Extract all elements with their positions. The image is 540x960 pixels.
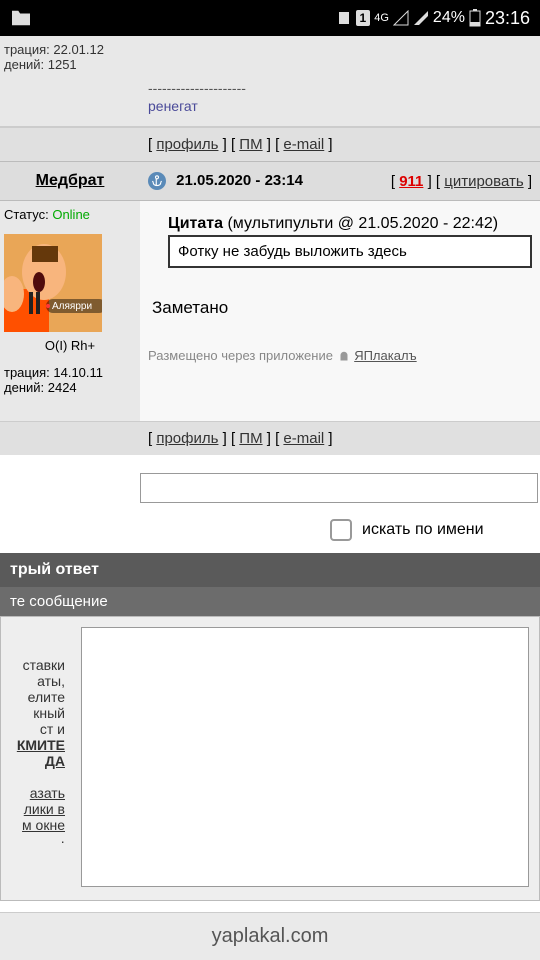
reply-area: ставки аты, елите кный ст и КМИТЕ ДА аза… bbox=[0, 616, 540, 901]
show-smilies-link-2[interactable]: лики в bbox=[7, 801, 65, 817]
post2-body: Статус: Online Аляярри O(I) Rh+ трация: … bbox=[0, 201, 540, 421]
android-statusbar: 1 4G 24% 23:16 bbox=[0, 0, 540, 36]
post1-body: --------------------- ренегат bbox=[140, 36, 540, 126]
anchor-icon[interactable] bbox=[148, 172, 166, 190]
pm-link[interactable]: ПМ bbox=[239, 136, 262, 153]
search-row bbox=[0, 455, 540, 513]
blood-type: O(I) Rh+ bbox=[4, 338, 136, 353]
profile-link-2[interactable]: профиль bbox=[156, 430, 218, 447]
search-check-label: искать по имени bbox=[362, 521, 484, 539]
avatar[interactable]: Аляярри bbox=[4, 234, 102, 332]
post1-reg-date: трация: 22.01.12 bbox=[4, 42, 136, 57]
quote-title-meta: (мультипульти @ 21.05.2020 - 22:42) bbox=[223, 215, 498, 232]
folder-icon bbox=[10, 9, 32, 27]
reply-text: Заметано bbox=[152, 298, 532, 318]
username-link[interactable]: Медбрат bbox=[36, 172, 105, 189]
signature-text: ренегат bbox=[148, 98, 532, 114]
quote-content: Фотку не забудь выложить здесь bbox=[168, 235, 532, 268]
svg-text:Аляярри: Аляярри bbox=[52, 301, 92, 312]
network-type: 4G bbox=[374, 12, 389, 24]
click-here-link[interactable]: КМИТЕ bbox=[7, 737, 65, 753]
reply-textarea[interactable] bbox=[81, 627, 529, 887]
show-smilies-link[interactable]: азать bbox=[7, 785, 65, 801]
post2-reg-date: трация: 14.10.11 bbox=[4, 365, 136, 380]
post2-actions: [ профиль ] [ ПМ ] [ e-mail ] bbox=[0, 421, 540, 455]
download-icon bbox=[336, 10, 352, 26]
email-link-2[interactable]: e-mail bbox=[283, 430, 324, 447]
pm-link-2[interactable]: ПМ bbox=[239, 430, 262, 447]
quote-button[interactable]: цитировать bbox=[444, 173, 523, 190]
post1-actions: [ профиль ] [ ПМ ] [ e-mail ] bbox=[0, 127, 540, 161]
android-icon bbox=[337, 350, 351, 364]
post1-row: трация: 22.01.12 дений: 1251 -----------… bbox=[0, 36, 540, 127]
clock: 23:16 bbox=[485, 8, 530, 29]
post2-msg-count: дений: 2424 bbox=[4, 380, 136, 395]
footer-bar: yaplakal.com bbox=[0, 912, 540, 960]
signature-divider: --------------------- bbox=[148, 80, 532, 96]
search-input[interactable] bbox=[140, 473, 538, 503]
quote-title-prefix: Цитата bbox=[168, 215, 223, 232]
email-link[interactable]: e-mail bbox=[283, 136, 324, 153]
search-by-name-checkbox[interactable] bbox=[330, 519, 352, 541]
post1-msg-count: дений: 1251 bbox=[4, 57, 136, 72]
signal-icon-1 bbox=[393, 10, 409, 26]
post-number[interactable]: 911 bbox=[399, 173, 423, 190]
app-note: Размещено через приложение ЯПлакалъ bbox=[148, 348, 532, 364]
sim-icon: 1 bbox=[356, 10, 371, 26]
search-check-row: искать по имени bbox=[0, 513, 540, 553]
reply-hints: ставки аты, елите кный ст и КМИТЕ ДА аза… bbox=[1, 617, 71, 900]
click-here-link-2[interactable]: ДА bbox=[7, 753, 65, 769]
status-value: Online bbox=[52, 207, 90, 222]
footer-domain: yaplakal.com bbox=[212, 925, 329, 948]
quick-reply-header: трый ответ bbox=[0, 553, 540, 587]
post-datetime: 21.05.2020 - 23:14 bbox=[176, 172, 303, 189]
battery-percent: 24% bbox=[433, 9, 465, 27]
app-link[interactable]: ЯПлакалъ bbox=[354, 348, 416, 363]
profile-link[interactable]: профиль bbox=[156, 136, 218, 153]
post1-userinfo: трация: 22.01.12 дений: 1251 bbox=[0, 36, 140, 126]
battery-icon bbox=[469, 9, 481, 27]
quote-block: Цитата (мультипульти @ 21.05.2020 - 22:4… bbox=[168, 213, 532, 268]
quick-reply-subheader: те сообщение bbox=[0, 587, 540, 616]
post2-header: Медбрат 21.05.2020 - 23:14 [ 911 ] [ цит… bbox=[0, 161, 540, 201]
show-smilies-link-3[interactable]: м окне bbox=[7, 817, 65, 833]
status-label: Статус: bbox=[4, 207, 52, 222]
signal-icon-2 bbox=[413, 10, 429, 26]
post2-userinfo: Статус: Online Аляярри O(I) Rh+ трация: … bbox=[0, 201, 140, 421]
